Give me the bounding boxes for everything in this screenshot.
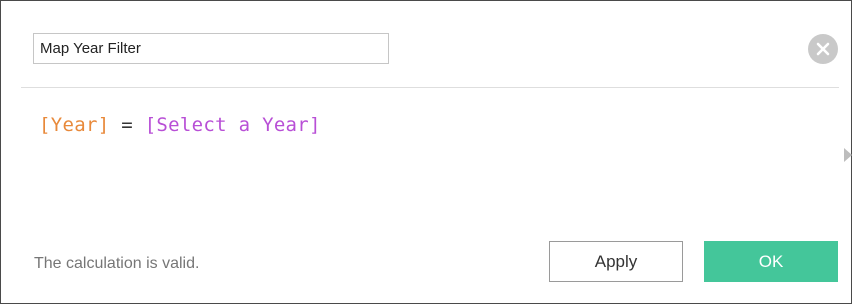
formula-parameter-token: [Select a Year] [144, 114, 321, 136]
formula-editor[interactable]: [Year] = [Select a Year] [39, 114, 321, 136]
formula-field-token: [Year] [39, 114, 110, 136]
header-divider [21, 87, 839, 88]
ok-button[interactable]: OK [704, 241, 838, 282]
calculation-name-input[interactable] [33, 33, 389, 64]
apply-button[interactable]: Apply [549, 241, 683, 282]
expand-panel-arrow-icon[interactable] [844, 148, 852, 162]
close-icon [816, 42, 830, 56]
formula-operator: = [121, 114, 133, 136]
validation-status: The calculation is valid. [34, 255, 200, 272]
calculation-dialog: [Year] = [Select a Year] The calculation… [0, 0, 852, 304]
close-button[interactable] [808, 34, 838, 64]
